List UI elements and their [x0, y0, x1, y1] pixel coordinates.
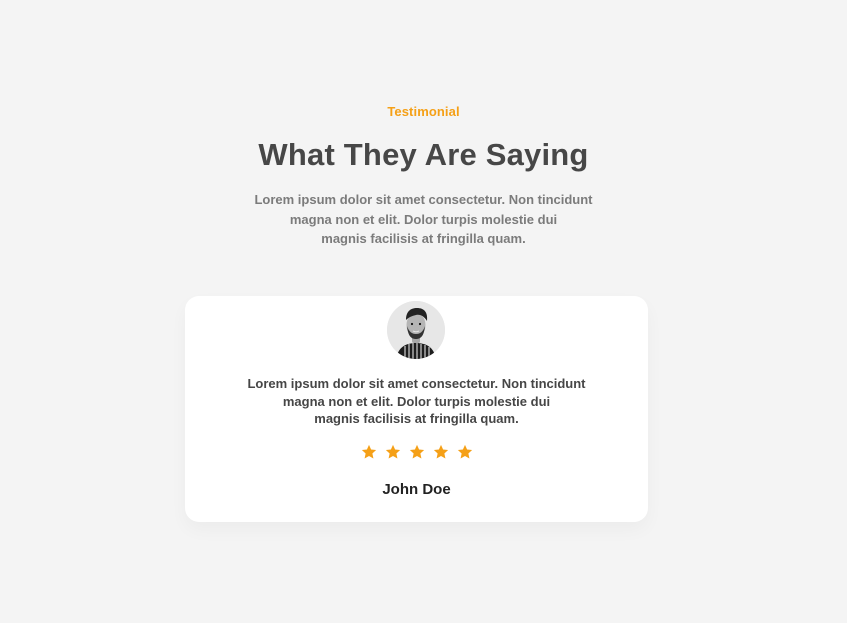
description-line: magnis facilisis at fringilla quam.	[321, 231, 526, 246]
person-avatar	[387, 301, 445, 359]
section-eyebrow: Testimonial	[387, 104, 460, 119]
quote-line: Lorem ipsum dolor sit amet consectetur. …	[247, 376, 586, 391]
description-line: Lorem ipsum dolor sit amet consectetur. …	[254, 192, 593, 207]
testimonial-quote: Lorem ipsum dolor sit amet consectetur. …	[185, 375, 648, 428]
quote-line: magnis facilisis at fringilla quam.	[314, 411, 519, 427]
star-rating	[185, 443, 648, 461]
section-description: Lorem ipsum dolor sit amet consectetur. …	[0, 190, 847, 249]
star-icon	[405, 443, 429, 461]
section-heading: What They Are Saying	[258, 137, 589, 172]
quote-line: magna non et elit. Dolor turpis molestie…	[282, 393, 551, 409]
star-icon	[357, 443, 381, 461]
star-icon	[381, 443, 405, 461]
description-line: magna non et elit. Dolor turpis molestie…	[289, 211, 558, 227]
star-icon	[429, 443, 453, 461]
testimonial-section: Testimonial What They Are Saying Lorem i…	[0, 0, 847, 623]
reviewer-name: John Doe	[382, 481, 451, 498]
testimonial-card: Lorem ipsum dolor sit amet consectetur. …	[185, 296, 648, 522]
star-icon	[453, 443, 477, 461]
